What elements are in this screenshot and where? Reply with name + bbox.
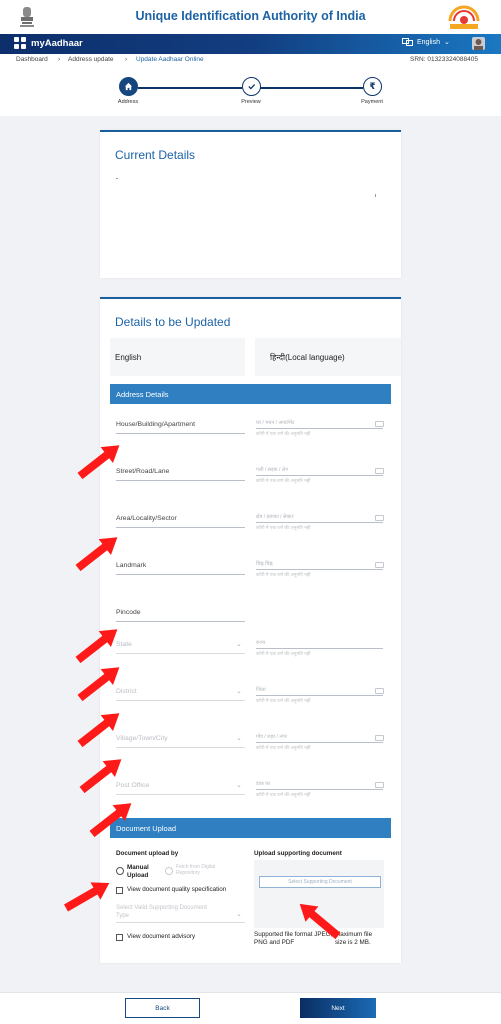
arrow-icon	[61, 874, 115, 917]
arrow-icon	[73, 659, 126, 706]
arrow-icon	[73, 437, 126, 484]
arrow-icon	[75, 751, 128, 798]
arrow-icon	[85, 795, 138, 842]
annotation-arrows	[61, 437, 345, 944]
arrow-icon	[73, 705, 126, 752]
arrow-icon	[71, 621, 124, 668]
arrow-icon	[71, 529, 124, 576]
arrow-icon	[293, 896, 345, 944]
